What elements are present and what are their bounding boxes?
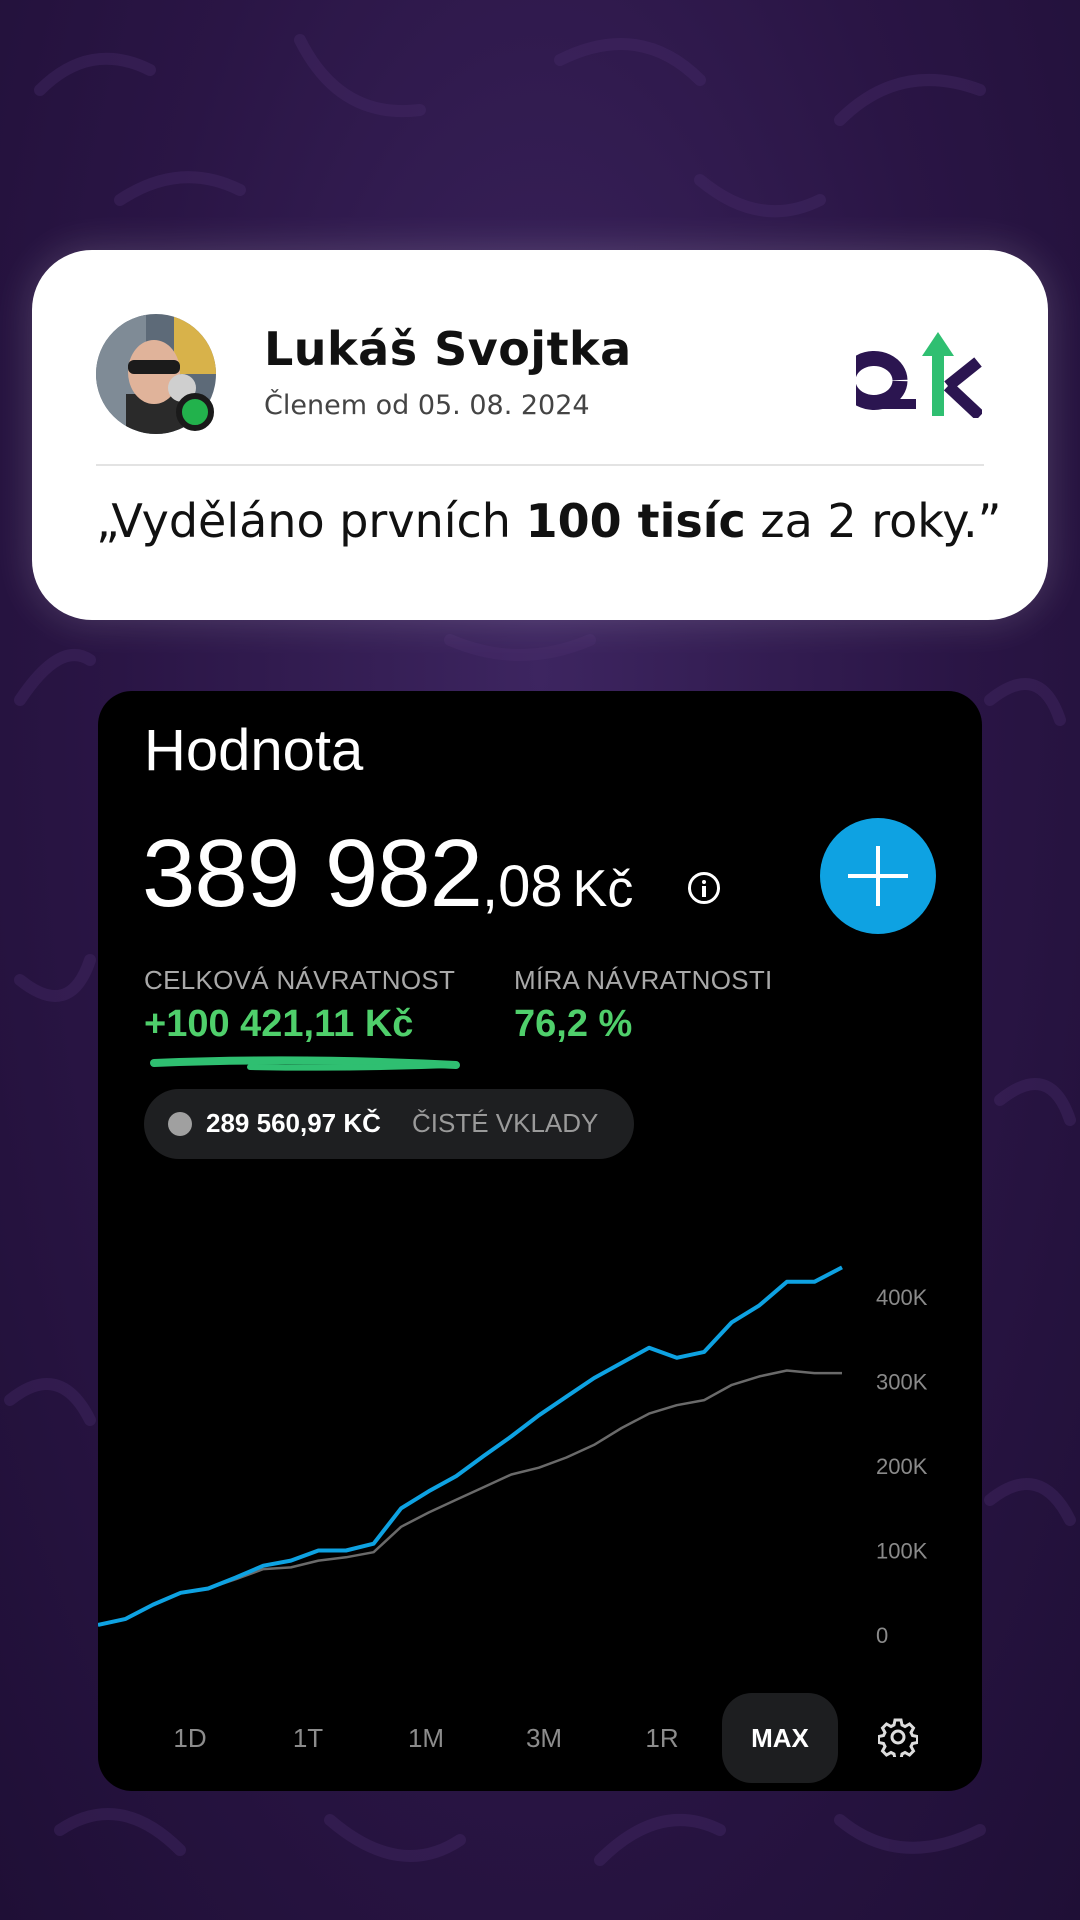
- range-max-button[interactable]: MAX: [722, 1693, 838, 1783]
- deposits-amount: 289 560,97 KČ: [206, 1108, 381, 1138]
- divider: [96, 464, 984, 466]
- value-decimal: ,08: [482, 854, 563, 919]
- member-since: Členem od 05. 08. 2024: [264, 390, 590, 421]
- range-1d-button[interactable]: 1D: [132, 1693, 248, 1783]
- brand-logo: [856, 332, 982, 418]
- portfolio-value: 389 982,08 Kč: [142, 819, 633, 929]
- highlight-underline: [150, 1056, 460, 1071]
- online-status-dot: [176, 393, 214, 431]
- y-tick-label: 400K: [876, 1285, 928, 1310]
- value-chart: 400K 300K 200K 100K 0: [98, 1265, 928, 1648]
- portfolio-title: Hodnota: [144, 718, 364, 783]
- testimonial-quote: „Vyděláno prvních 100 tisíc za 2 roky.”: [96, 494, 1001, 548]
- portfolio-value-line: [98, 1265, 843, 1627]
- add-button[interactable]: [820, 818, 936, 934]
- total-return-value: +100 421,11 Kč: [144, 1003, 414, 1045]
- range-3m-button[interactable]: 3M: [486, 1693, 602, 1783]
- info-icon[interactable]: [688, 872, 720, 904]
- deposits-label: ČISTÉ VKLADY: [412, 1108, 599, 1138]
- settings-gear-icon[interactable]: [878, 1717, 918, 1757]
- value-integer: 389 982: [142, 820, 483, 927]
- net-deposits-pill[interactable]: 289 560,97 KČ ČISTÉ VKLADY: [144, 1089, 634, 1159]
- range-1r-button[interactable]: 1R: [604, 1693, 720, 1783]
- quote-suffix: za 2 roky.”: [745, 494, 1002, 548]
- range-1t-button[interactable]: 1T: [250, 1693, 366, 1783]
- y-tick-label: 200K: [876, 1454, 928, 1479]
- total-return-label: CELKOVÁ NÁVRATNOST: [144, 965, 456, 995]
- return-rate-label: MÍRA NÁVRATNOSTI: [514, 965, 773, 995]
- y-tick-label: 300K: [876, 1370, 928, 1395]
- y-tick-label: 100K: [876, 1539, 928, 1564]
- portfolio-card: Hodnota 389 982,08 Kč CELKOVÁ NÁVRATNOST …: [98, 691, 982, 1791]
- range-1m-button[interactable]: 1M: [368, 1693, 484, 1783]
- value-currency: Kč: [572, 860, 634, 918]
- user-name: Lukáš Svojtka: [264, 322, 632, 376]
- return-rate-value: 76,2 %: [514, 1003, 633, 1045]
- quote-highlight: 100 tisíc: [525, 494, 746, 548]
- quote-prefix: „Vyděláno prvních: [96, 494, 526, 548]
- time-range-bar: 1D 1T 1M 3M 1R MAX: [98, 1693, 982, 1783]
- deposits-legend-dot: [168, 1112, 192, 1136]
- testimonial-card: Lukáš Svojtka Členem od 05. 08. 2024 „Vy…: [32, 250, 1048, 620]
- y-tick-label: 0: [876, 1623, 888, 1648]
